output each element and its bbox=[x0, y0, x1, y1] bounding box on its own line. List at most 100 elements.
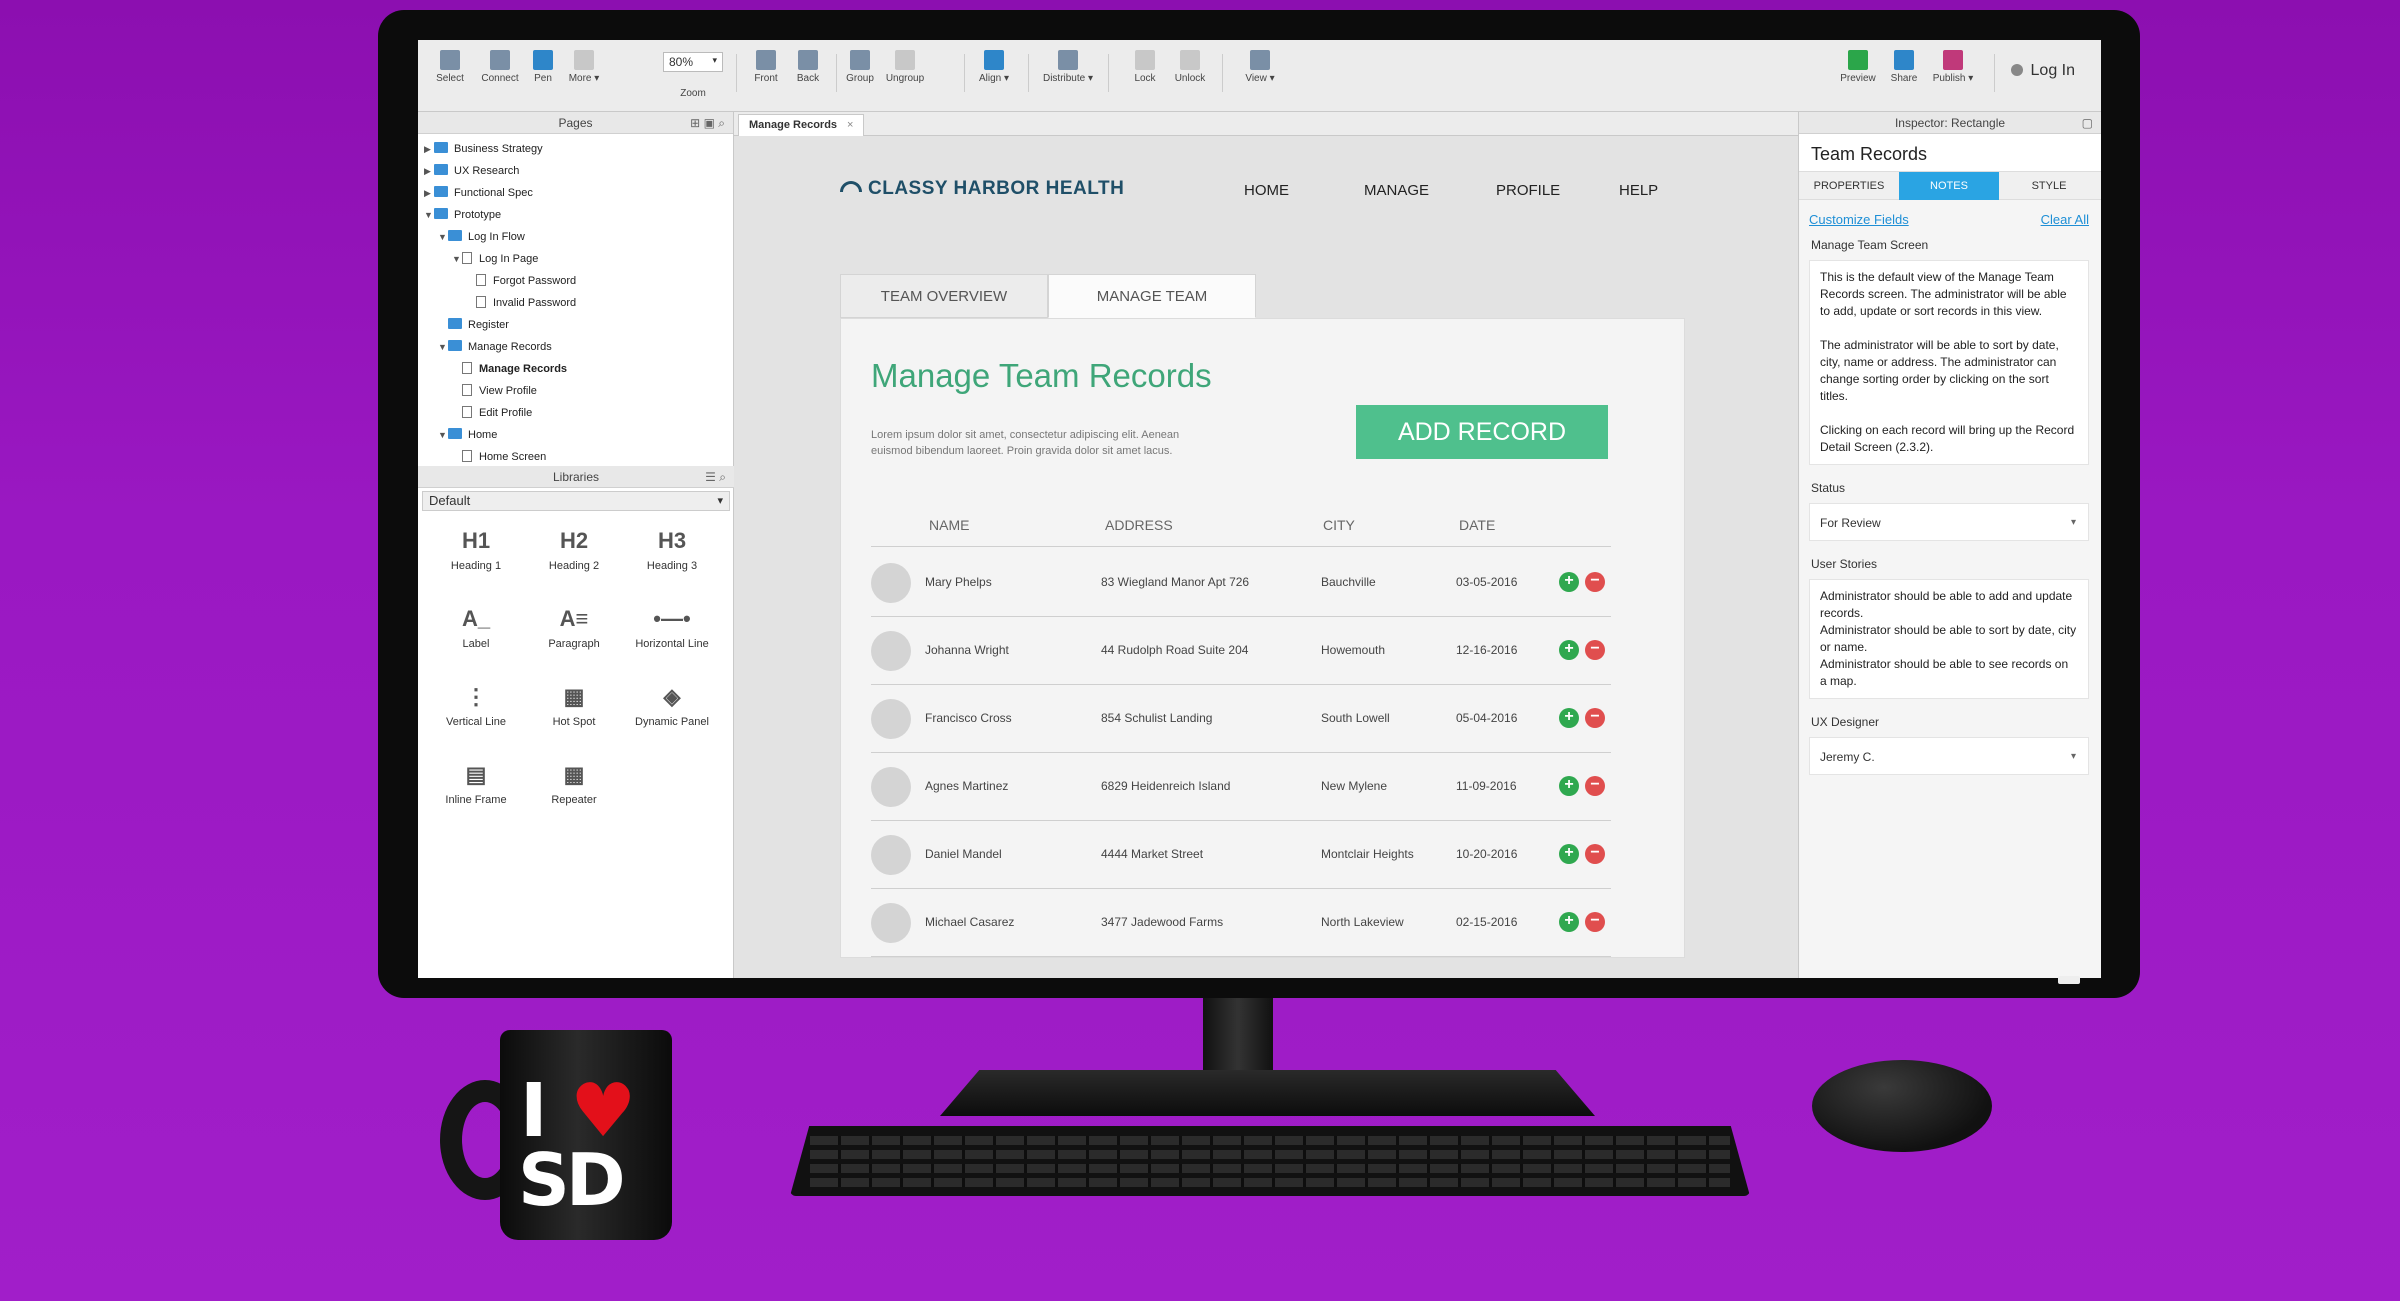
library-widget[interactable]: A_ Label bbox=[426, 604, 526, 650]
add-icon[interactable]: + bbox=[1559, 844, 1579, 864]
remove-icon[interactable]: − bbox=[1585, 912, 1605, 932]
back-button[interactable]: Back bbox=[790, 50, 826, 84]
tab-manage-records[interactable]: Manage Records × bbox=[738, 114, 865, 136]
library-widget[interactable]: ▤ Inline Frame bbox=[426, 760, 526, 806]
table-row[interactable]: Daniel Mandel 4444 Market Street Montclair… bbox=[871, 821, 1611, 889]
tree-item[interactable]: ▼ Log In Flow bbox=[418, 226, 733, 248]
tree-arrow-icon[interactable]: ▼ bbox=[424, 204, 434, 226]
add-record-button[interactable]: ADD RECORD bbox=[1356, 405, 1608, 459]
lock-button[interactable]: Lock bbox=[1130, 50, 1160, 84]
column-city[interactable]: CITY bbox=[1323, 517, 1355, 533]
library-widget[interactable]: H2 Heading 2 bbox=[524, 526, 624, 572]
library-widget[interactable]: ⋮ Vertical Line bbox=[426, 682, 526, 728]
tree-item[interactable]: Edit Profile bbox=[418, 402, 733, 424]
nav-manage[interactable]: MANAGE bbox=[1364, 182, 1429, 199]
tree-item[interactable]: Manage Records bbox=[418, 358, 733, 380]
library-widget[interactable]: H3 Heading 3 bbox=[622, 526, 722, 572]
align-button[interactable]: Align ▾ bbox=[974, 50, 1014, 84]
tree-item[interactable]: ▶ Functional Spec bbox=[418, 182, 733, 204]
group-button[interactable]: Group bbox=[842, 50, 878, 84]
table-row[interactable]: Mary Phelps 83 Wiegland Manor Apt 726 Bauc… bbox=[871, 549, 1611, 617]
clear-all-link[interactable]: Clear All bbox=[2041, 212, 2089, 227]
library-select[interactable]: Default bbox=[422, 491, 730, 511]
tree-arrow-icon[interactable]: ▶ bbox=[424, 182, 434, 204]
pen-tool[interactable]: Pen bbox=[528, 50, 558, 84]
distribute-button[interactable]: Distribute ▾ bbox=[1038, 50, 1098, 84]
tab-properties[interactable]: PROPERTIES bbox=[1799, 172, 1899, 200]
tree-item[interactable]: ▼ Manage Records bbox=[418, 336, 733, 358]
user-stories-field[interactable]: Administrator should be able to add and … bbox=[1809, 579, 2089, 699]
remove-icon[interactable]: − bbox=[1585, 572, 1605, 592]
zoom-select[interactable]: 80% ▾ bbox=[663, 52, 723, 72]
tree-arrow-icon[interactable]: ▶ bbox=[424, 160, 434, 182]
column-date[interactable]: DATE bbox=[1459, 517, 1495, 533]
screen-notes-field[interactable]: This is the default view of the Manage T… bbox=[1809, 260, 2089, 465]
tree-arrow-icon[interactable]: ▼ bbox=[452, 248, 462, 270]
table-row[interactable]: Michael Casarez 3477 Jadewood Farms North … bbox=[871, 889, 1611, 957]
add-icon[interactable]: + bbox=[1559, 912, 1579, 932]
tree-item[interactable]: Home Screen bbox=[418, 446, 733, 468]
library-widget[interactable]: H1 Heading 1 bbox=[426, 526, 526, 572]
add-icon[interactable]: + bbox=[1559, 776, 1579, 796]
connect-tool[interactable]: Connect bbox=[478, 50, 522, 84]
inspector-title[interactable]: Team Records bbox=[1799, 134, 2101, 172]
remove-icon[interactable]: − bbox=[1585, 776, 1605, 796]
tab-notes[interactable]: NOTES bbox=[1899, 172, 1999, 200]
library-widget[interactable]: •—• Horizontal Line bbox=[622, 604, 722, 650]
status-select[interactable]: For Review bbox=[1809, 503, 2089, 542]
add-icon[interactable]: + bbox=[1559, 640, 1579, 660]
add-icon[interactable]: + bbox=[1559, 708, 1579, 728]
select-tool[interactable]: Select bbox=[430, 50, 470, 84]
tree-item[interactable]: ▼ Home bbox=[418, 424, 733, 446]
column-address[interactable]: ADDRESS bbox=[1105, 517, 1173, 533]
add-page-icon[interactable]: ⊞ bbox=[690, 116, 700, 130]
remove-icon[interactable]: − bbox=[1585, 844, 1605, 864]
tab-team-overview[interactable]: TEAM OVERVIEW bbox=[840, 274, 1048, 318]
tree-item[interactable]: Register bbox=[418, 314, 733, 336]
front-button[interactable]: Front bbox=[748, 50, 784, 84]
close-icon[interactable]: × bbox=[847, 119, 853, 131]
tree-item[interactable]: Forgot Password bbox=[418, 270, 733, 292]
tree-item[interactable]: View Profile bbox=[418, 380, 733, 402]
nav-help[interactable]: HELP bbox=[1619, 182, 1658, 199]
add-folder-icon[interactable]: ▣ bbox=[704, 116, 715, 130]
share-button[interactable]: Share bbox=[1884, 50, 1924, 84]
library-widget[interactable]: ▦ Repeater bbox=[524, 760, 624, 806]
tree-item[interactable]: Invalid Password bbox=[418, 292, 733, 314]
nav-home[interactable]: HOME bbox=[1244, 182, 1289, 199]
tree-arrow-icon[interactable]: ▼ bbox=[438, 336, 448, 358]
tree-arrow-icon[interactable]: ▼ bbox=[438, 424, 448, 446]
site-logo[interactable]: CLASSY HARBOR HEALTH bbox=[840, 178, 1124, 200]
tab-manage-team[interactable]: MANAGE TEAM bbox=[1048, 274, 1256, 318]
tree-item[interactable]: ▶ Business Strategy bbox=[418, 138, 733, 160]
login-button[interactable]: Log In bbox=[2010, 62, 2075, 80]
remove-icon[interactable]: − bbox=[1585, 708, 1605, 728]
unlock-button[interactable]: Unlock bbox=[1170, 50, 1210, 84]
ungroup-button[interactable]: Ungroup bbox=[882, 50, 928, 84]
tree-item[interactable]: ▶ UX Research bbox=[418, 160, 733, 182]
more-tool[interactable]: More ▾ bbox=[563, 50, 605, 84]
search-icon[interactable]: ⌕ bbox=[719, 470, 726, 484]
tree-item[interactable]: ▼ Prototype bbox=[418, 204, 733, 226]
tree-item[interactable]: ▼ Log In Page bbox=[418, 248, 733, 270]
nav-profile[interactable]: PROFILE bbox=[1496, 182, 1560, 199]
tree-arrow-icon[interactable]: ▼ bbox=[438, 226, 448, 248]
add-icon[interactable]: + bbox=[1559, 572, 1579, 592]
ux-designer-select[interactable]: Jeremy C. bbox=[1809, 737, 2089, 776]
tab-style[interactable]: STYLE bbox=[1999, 172, 2099, 200]
customize-fields-link[interactable]: Customize Fields bbox=[1809, 212, 1909, 227]
library-widget[interactable]: ▦ Hot Spot bbox=[524, 682, 624, 728]
preview-button[interactable]: Preview bbox=[1838, 50, 1878, 84]
table-row[interactable]: Johanna Wright 44 Rudolph Road Suite 204 H… bbox=[871, 617, 1611, 685]
view-button[interactable]: View ▾ bbox=[1240, 50, 1280, 84]
page-icon[interactable]: ▢ bbox=[2082, 112, 2093, 134]
publish-button[interactable]: Publish ▾ bbox=[1928, 50, 1978, 84]
library-widget[interactable]: A≡ Paragraph bbox=[524, 604, 624, 650]
library-widget[interactable]: ◈ Dynamic Panel bbox=[622, 682, 722, 728]
table-row[interactable]: Agnes Martinez 6829 Heidenreich Island New… bbox=[871, 753, 1611, 821]
table-row[interactable]: Francisco Cross 854 Schulist Landing South… bbox=[871, 685, 1611, 753]
remove-icon[interactable]: − bbox=[1585, 640, 1605, 660]
menu-icon[interactable]: ☰ bbox=[705, 470, 716, 484]
tree-arrow-icon[interactable]: ▶ bbox=[424, 138, 434, 160]
column-name[interactable]: NAME bbox=[929, 517, 969, 533]
